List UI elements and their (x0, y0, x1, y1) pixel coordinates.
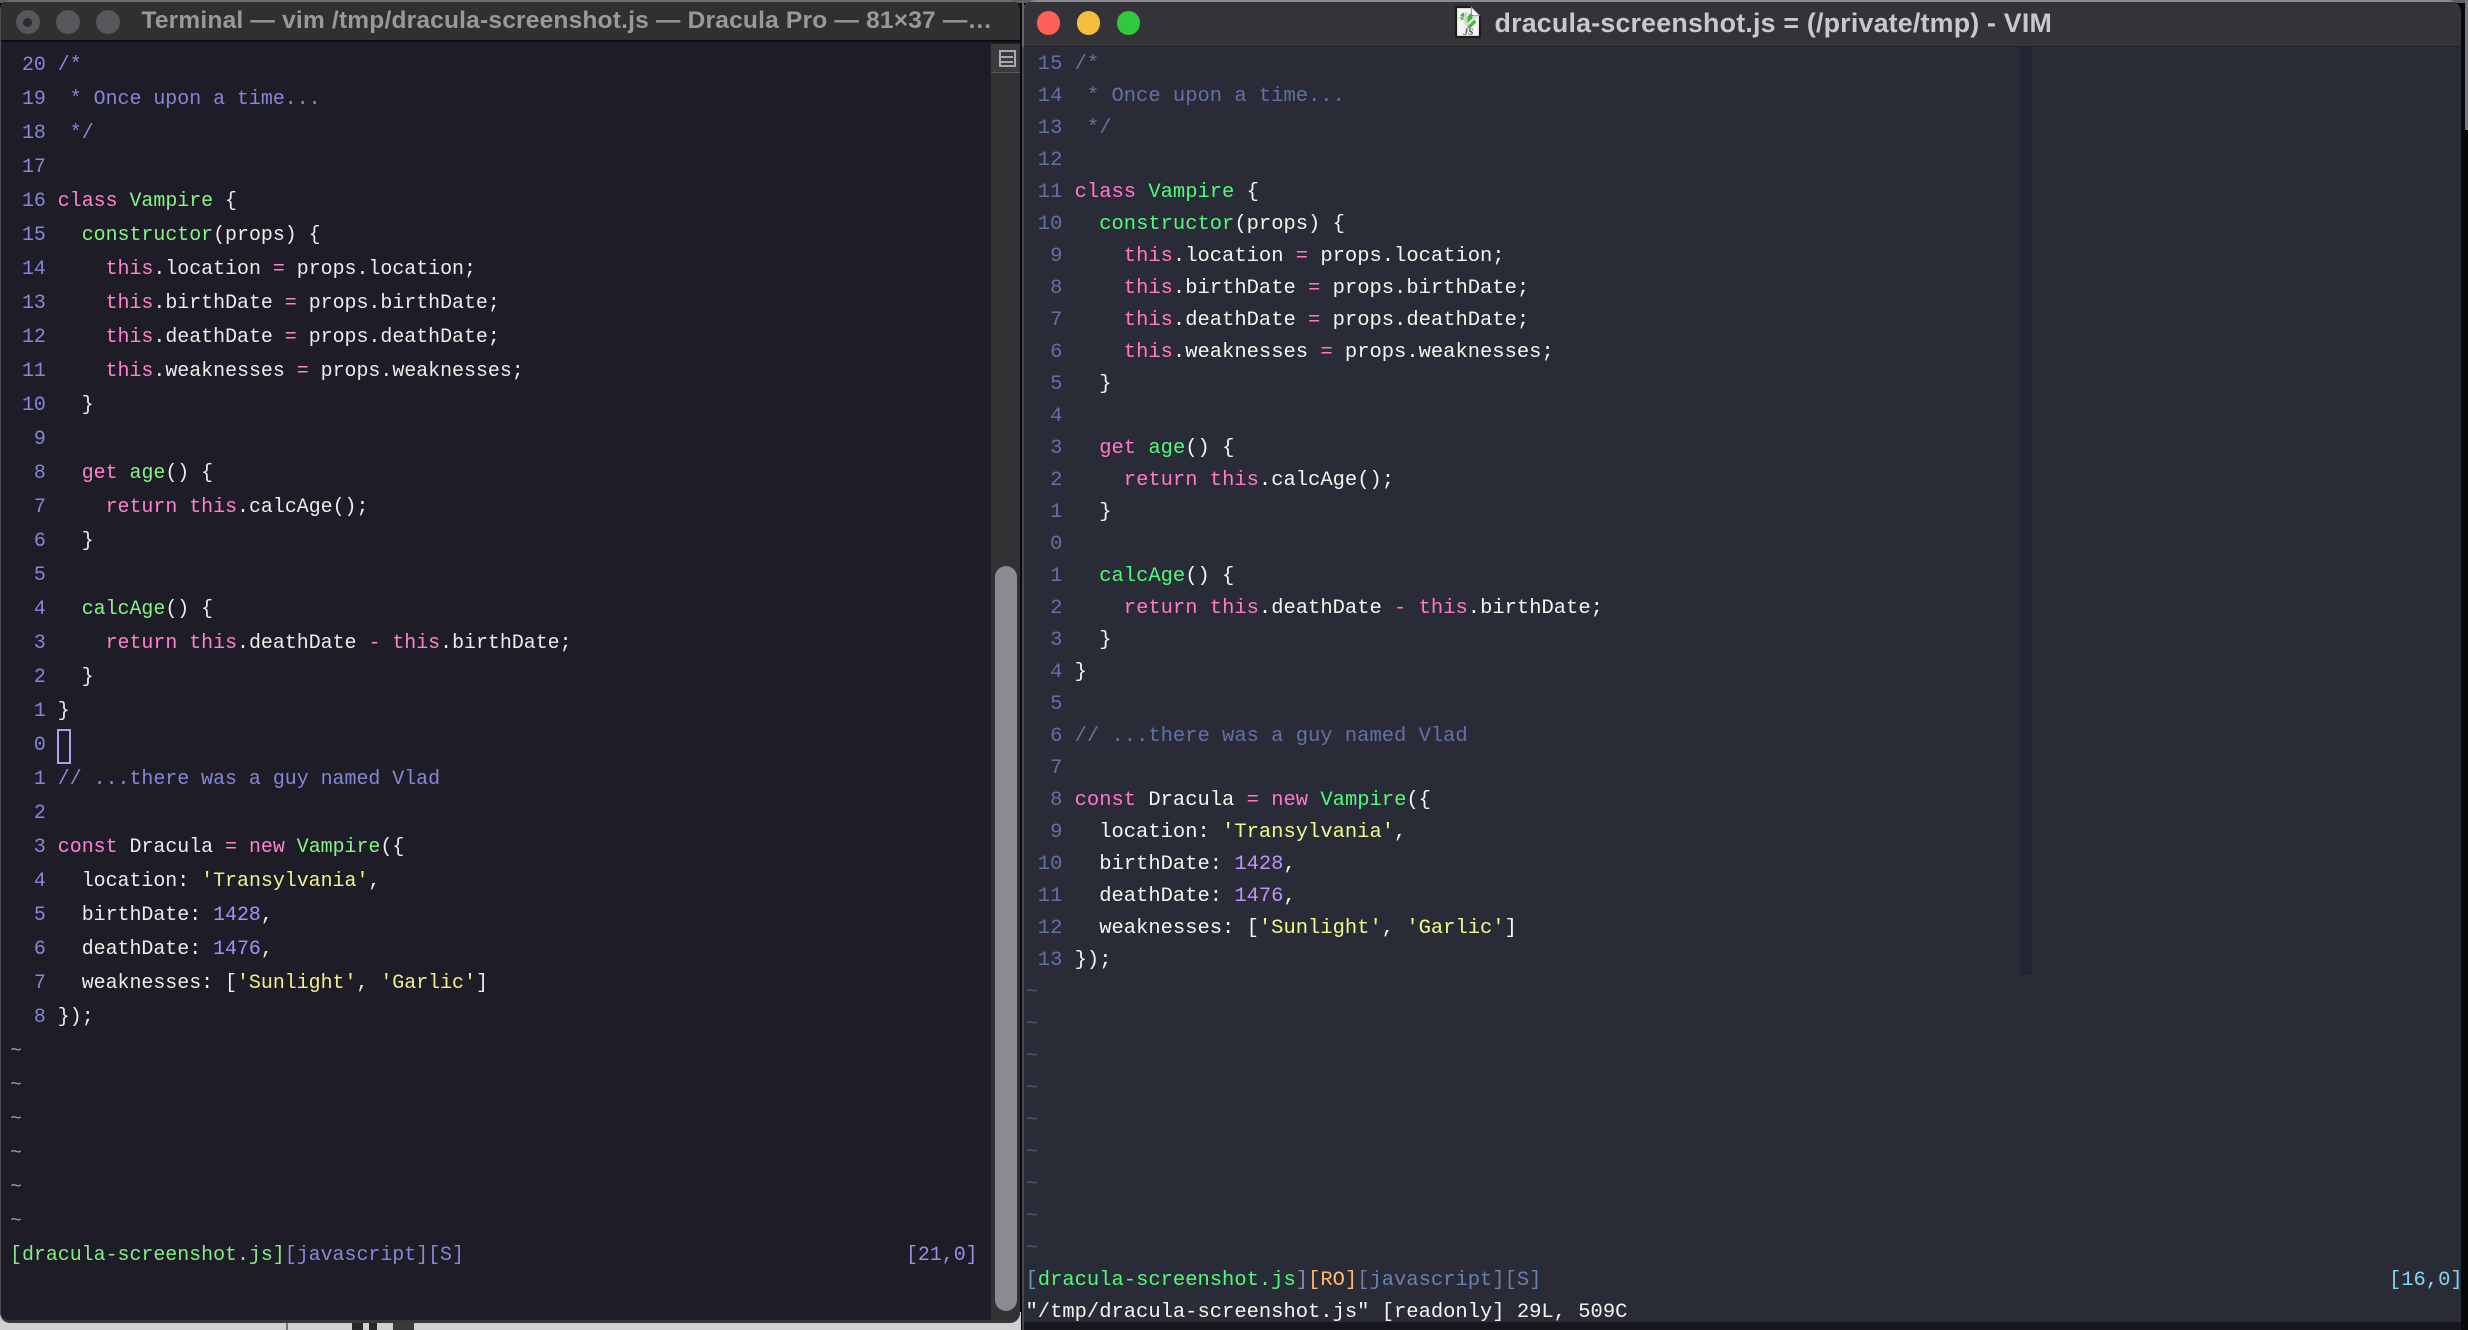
svg-text:JS: JS (1462, 28, 1473, 38)
